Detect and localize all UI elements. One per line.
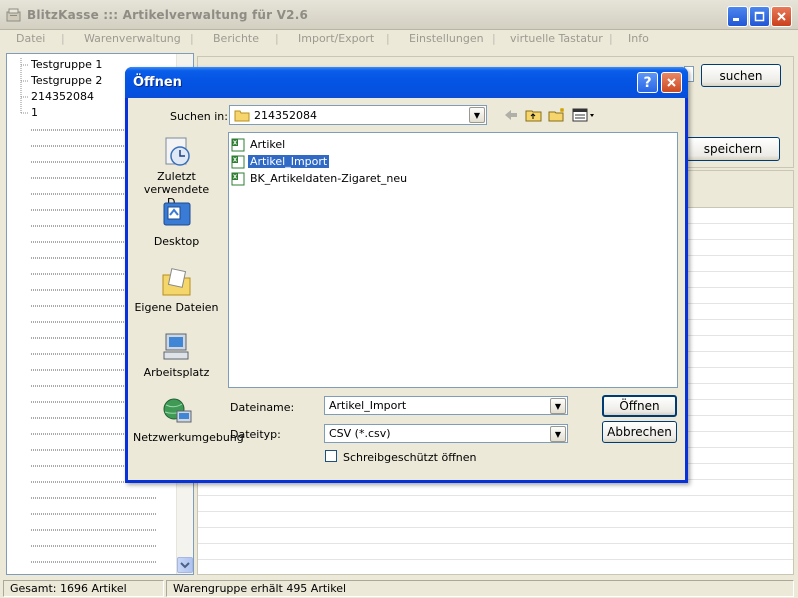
file-name: Artikel_Import — [248, 155, 330, 168]
status-group-articles: Warengruppe erhält 495 Artikel — [166, 580, 794, 597]
menu-warenverwaltung[interactable]: Warenverwaltung — [84, 32, 181, 45]
menu-separator: | — [492, 32, 496, 45]
chevron-down-icon[interactable]: ▼ — [550, 398, 566, 414]
my-computer-icon — [163, 333, 188, 360]
dialog-titlebar: Öffnen ? — [125, 67, 688, 98]
tree-item-testgruppe-2[interactable]: Testgruppe 2 — [31, 74, 102, 87]
open-file-dialog: Öffnen ? Suchen in: 214352084 ▼ Zuletzt … — [125, 67, 688, 483]
file-item-artikel-import[interactable]: Artikel_Import — [231, 154, 330, 169]
filetype-value: CSV (*.csv) — [329, 427, 391, 440]
menu-separator: | — [609, 32, 613, 45]
menu-datei[interactable]: Datei — [16, 32, 45, 45]
filetype-label: Dateityp: — [230, 428, 281, 441]
excel-file-icon — [231, 155, 245, 168]
status-bar: Gesamt: 1696 Artikel Warengruppe erhält … — [0, 578, 798, 598]
dialog-body: Suchen in: 214352084 ▼ Zuletzt verwendet… — [128, 98, 685, 480]
tree-item-testgruppe-1[interactable]: Testgruppe 1 — [31, 58, 102, 71]
menu-berichte[interactable]: Berichte — [213, 32, 259, 45]
file-name: Artikel — [250, 138, 286, 151]
menu-info[interactable]: Info — [628, 32, 649, 45]
menu-einstellungen[interactable]: Einstellungen — [409, 32, 484, 45]
chevron-down-icon[interactable]: ▼ — [550, 426, 566, 442]
look-in-dropdown[interactable]: 214352084 ▼ — [229, 105, 487, 125]
place-my-computer[interactable]: Arbeitsplatz — [133, 330, 220, 379]
file-name: BK_Artikeldaten-Zigaret_neu — [250, 172, 408, 185]
window-title: BlitzKasse ::: Artikelverwaltung für V2.… — [27, 8, 309, 22]
help-button[interactable]: ? — [637, 72, 658, 93]
excel-file-icon — [231, 172, 245, 185]
menu-virtuelle-tastatur[interactable]: virtuelle Tastatur — [510, 32, 603, 45]
filetype-dropdown[interactable]: CSV (*.csv) ▼ — [324, 424, 568, 443]
file-item-bk-artikeldaten[interactable]: BK_Artikeldaten-Zigaret_neu — [231, 171, 409, 186]
menu-separator: | — [190, 32, 194, 45]
search-button[interactable]: suchen — [701, 64, 781, 87]
recent-documents-icon — [165, 137, 190, 166]
place-my-documents[interactable]: Eigene Dateien — [133, 265, 220, 314]
menu-separator: | — [386, 32, 390, 45]
network-icon — [163, 398, 191, 423]
minimize-icon — [733, 18, 739, 21]
place-label: Arbeitsplatz — [143, 366, 210, 379]
tree-item-214352084[interactable]: 214352084 — [31, 90, 94, 103]
up-folder-icon[interactable] — [525, 107, 543, 123]
desktop-icon — [163, 202, 190, 226]
excel-file-icon — [231, 138, 245, 151]
file-list[interactable]: Artikel Artikel_Import BK_Artikeldaten-Z… — [228, 132, 678, 388]
minimize-button[interactable] — [727, 6, 748, 27]
status-total-articles: Gesamt: 1696 Artikel — [3, 580, 164, 597]
back-icon[interactable] — [502, 107, 520, 123]
place-label: Desktop — [153, 235, 200, 248]
look-in-label: Suchen in: — [170, 110, 228, 123]
menu-separator: | — [275, 32, 279, 45]
maximize-button[interactable] — [749, 6, 770, 27]
readonly-checkbox[interactable] — [325, 450, 337, 462]
maximize-icon — [754, 11, 765, 22]
dialog-title: Öffnen — [133, 75, 182, 90]
open-button[interactable]: Öffnen — [602, 395, 677, 417]
dialog-close-button[interactable] — [661, 72, 682, 93]
tree-item-1[interactable]: 1 — [31, 106, 38, 119]
chevron-down-icon[interactable]: ▼ — [469, 107, 485, 123]
folder-icon — [234, 110, 250, 122]
app-icon — [6, 8, 21, 22]
close-window-button[interactable] — [771, 6, 792, 27]
place-recent[interactable]: Zuletzt verwendete D... — [133, 134, 220, 209]
menu-separator: | — [61, 32, 65, 45]
close-icon — [667, 78, 676, 87]
chevron-down-icon — [180, 562, 190, 569]
filename-input[interactable]: Artikel_Import ▼ — [324, 396, 568, 415]
place-label: Netzwerkumgebung — [133, 431, 244, 444]
save-button[interactable]: speichern — [686, 137, 780, 161]
menu-bar: Datei | Warenverwaltung | Berichte | Imp… — [0, 30, 798, 49]
main-titlebar: BlitzKasse ::: Artikelverwaltung für V2.… — [0, 0, 798, 30]
new-folder-icon[interactable] — [548, 107, 566, 123]
menu-import-export[interactable]: Import/Export — [298, 32, 374, 45]
place-desktop[interactable]: Desktop — [133, 199, 220, 248]
place-label: Eigene Dateien — [134, 301, 219, 314]
cancel-button[interactable]: Abbrechen — [602, 421, 677, 443]
filename-label: Dateiname: — [230, 401, 295, 414]
look-in-value: 214352084 — [254, 109, 317, 122]
view-menu-icon[interactable] — [572, 107, 596, 123]
filename-value: Artikel_Import — [329, 399, 407, 412]
file-item-artikel[interactable]: Artikel — [231, 137, 287, 152]
my-documents-icon — [162, 268, 190, 296]
scroll-down-button[interactable] — [177, 557, 193, 573]
readonly-label: Schreibgeschützt öffnen — [343, 451, 477, 464]
place-network[interactable]: Netzwerkumgebung — [133, 395, 244, 444]
close-icon — [777, 12, 786, 21]
